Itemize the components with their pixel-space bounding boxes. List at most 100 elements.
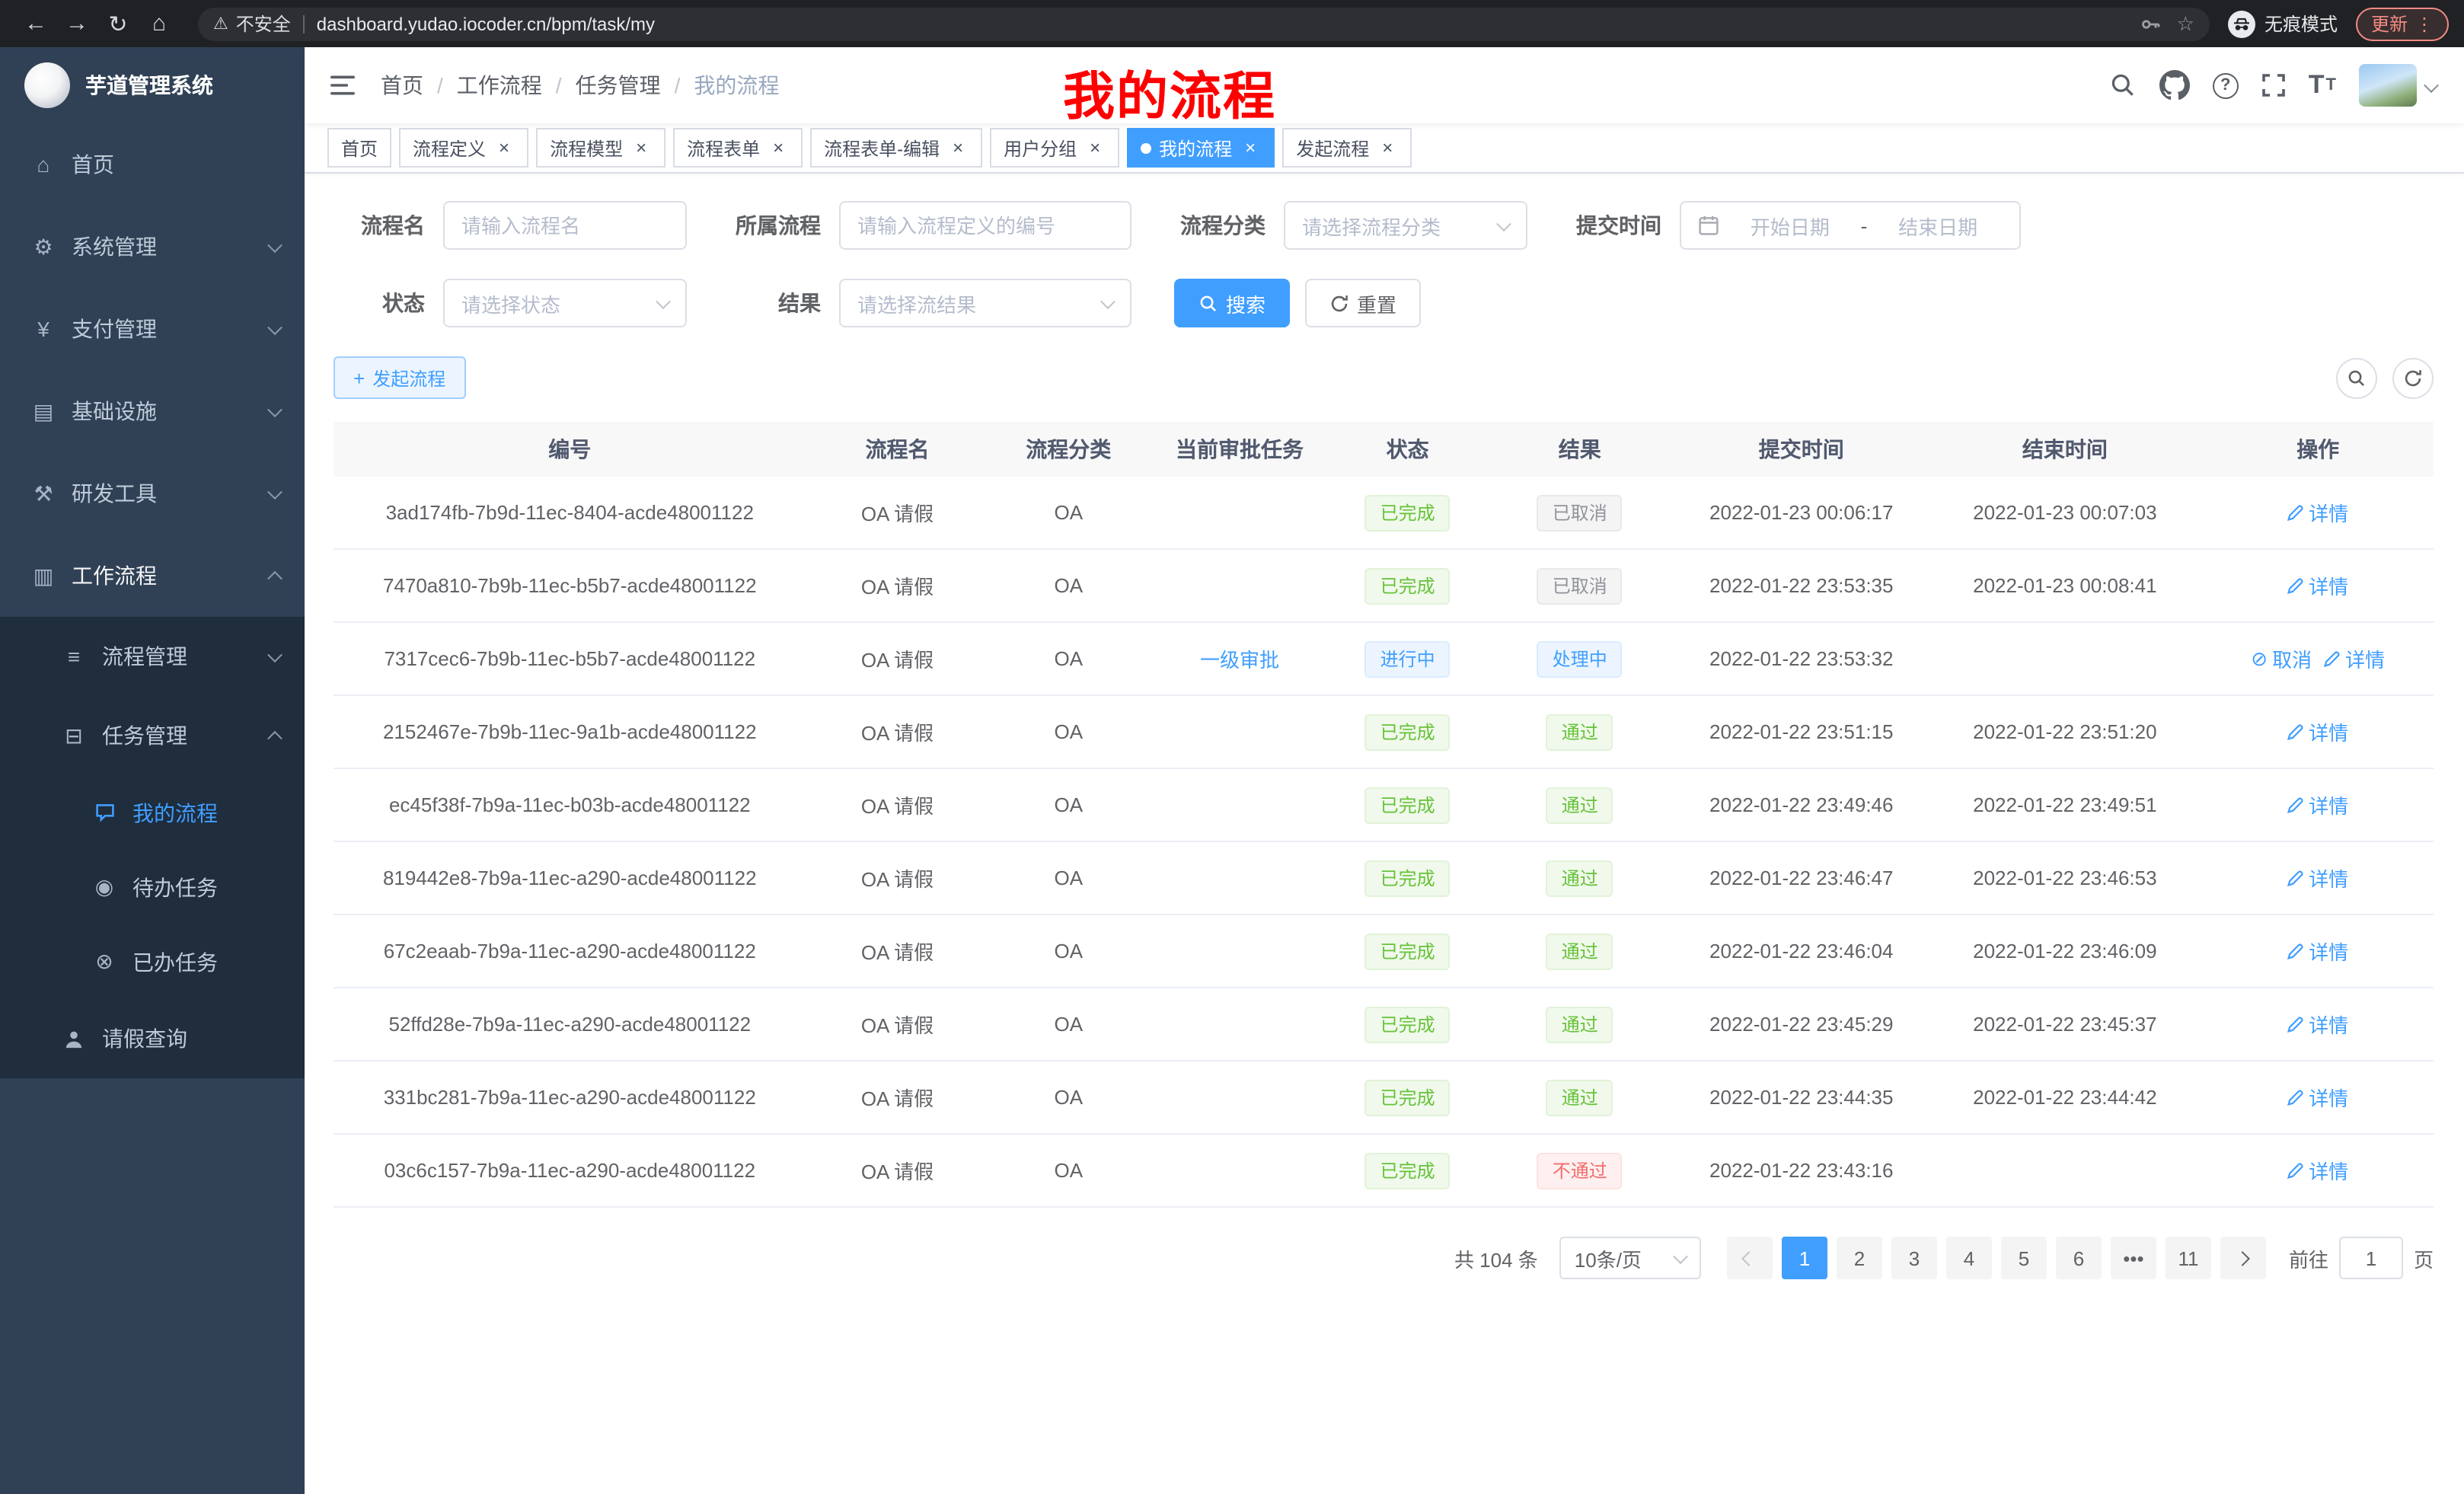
detail-link[interactable]: 详情 bbox=[2287, 937, 2348, 966]
hamburger-icon[interactable] bbox=[305, 47, 381, 123]
chevron-down-icon bbox=[656, 293, 671, 308]
breadcrumb-item[interactable]: 首页 bbox=[381, 70, 423, 101]
security-label: 不安全 bbox=[236, 11, 291, 37]
detail-link[interactable]: 详情 bbox=[2287, 864, 2348, 892]
page-button[interactable]: 11 bbox=[2166, 1237, 2211, 1279]
detail-link[interactable]: 详情 bbox=[2287, 1156, 2348, 1185]
help-icon[interactable]: ? bbox=[2213, 72, 2239, 98]
cell-process-name: OA 请假 bbox=[806, 937, 989, 966]
cell-process-name: OA 请假 bbox=[806, 790, 989, 819]
page-button[interactable]: 3 bbox=[1891, 1237, 1937, 1279]
tab-close-icon[interactable]: × bbox=[493, 137, 515, 158]
search-button[interactable]: 搜索 bbox=[1174, 279, 1290, 327]
prev-page-button[interactable] bbox=[1727, 1237, 1773, 1279]
column-header: 当前审批任务 bbox=[1148, 434, 1331, 464]
submit-time-range-picker[interactable]: 开始日期 - 结束日期 bbox=[1680, 201, 2021, 250]
search-toggle-button[interactable] bbox=[2336, 357, 2377, 398]
address-bar[interactable]: ⚠ 不安全 dashboard.yudao.iocoder.cn/bpm/tas… bbox=[198, 7, 2210, 40]
fullscreen-icon[interactable] bbox=[2261, 73, 2286, 97]
process-name-label: 流程名 bbox=[334, 210, 425, 241]
detail-link[interactable]: 详情 bbox=[2287, 571, 2348, 600]
cancel-link[interactable]: ⊘ 取消 bbox=[2251, 644, 2312, 673]
search-icon[interactable] bbox=[2109, 72, 2137, 99]
search-icon bbox=[2347, 368, 2367, 388]
tab[interactable]: 流程表单 × bbox=[673, 128, 803, 168]
page-button[interactable]: ••• bbox=[2111, 1237, 2156, 1279]
user-avatar[interactable] bbox=[2359, 64, 2437, 107]
detail-link[interactable]: 详情 bbox=[2324, 644, 2385, 673]
sidebar-item-done-task[interactable]: ⊗ 已办任务 bbox=[0, 924, 305, 999]
tab[interactable]: 首页 × bbox=[327, 128, 391, 168]
tab[interactable]: 用户分组 × bbox=[990, 128, 1119, 168]
sidebar-item-home[interactable]: ⌂ 首页 bbox=[0, 123, 305, 206]
refresh-button[interactable] bbox=[2392, 357, 2434, 398]
calendar-icon bbox=[1698, 215, 1719, 236]
font-size-icon[interactable]: TT bbox=[2309, 70, 2336, 101]
tab[interactable]: 发起流程 × bbox=[1282, 128, 1412, 168]
breadcrumb-item[interactable]: 工作流程 bbox=[457, 70, 542, 101]
forward-button[interactable]: → bbox=[56, 3, 97, 44]
tab-close-icon[interactable]: × bbox=[768, 137, 789, 158]
tab-close-icon[interactable]: × bbox=[947, 137, 969, 158]
update-button[interactable]: 更新 ⋮ bbox=[2356, 7, 2449, 40]
sidebar-item-system[interactable]: ⚙ 系统管理 bbox=[0, 206, 305, 288]
tab-close-icon[interactable]: × bbox=[630, 137, 652, 158]
sidebar-item-todo-task[interactable]: ◉ 待办任务 bbox=[0, 850, 305, 924]
tab[interactable]: 流程表单-编辑 × bbox=[810, 128, 982, 168]
page-button[interactable]: 6 bbox=[2056, 1237, 2102, 1279]
tab-close-icon[interactable]: × bbox=[1377, 137, 1398, 158]
sidebar-item-leave-query[interactable]: 请假查询 bbox=[0, 999, 305, 1078]
sidebar-item-task-management[interactable]: ⊟ 任务管理 bbox=[0, 696, 305, 775]
sidebar-item-my-process[interactable]: 我的流程 bbox=[0, 775, 305, 850]
detail-link[interactable]: 详情 bbox=[2287, 1083, 2348, 1112]
page-button[interactable]: 1 bbox=[1782, 1237, 1827, 1279]
detail-link[interactable]: 详情 bbox=[2287, 1010, 2348, 1039]
browser-menu-dots-icon[interactable]: ⋮ bbox=[2415, 13, 2434, 34]
page-button[interactable]: 4 bbox=[1946, 1237, 1992, 1279]
tab[interactable]: 流程模型 × bbox=[536, 128, 665, 168]
github-icon[interactable] bbox=[2159, 70, 2190, 101]
reload-button[interactable]: ↻ bbox=[97, 3, 139, 44]
tab-close-icon[interactable]: × bbox=[1084, 137, 1106, 158]
edit-pencil-icon bbox=[2287, 870, 2304, 886]
sidebar-item-devtools[interactable]: ⚒ 研发工具 bbox=[0, 452, 305, 535]
next-page-button[interactable] bbox=[2220, 1237, 2266, 1279]
detail-link[interactable]: 详情 bbox=[2287, 717, 2348, 746]
active-dot bbox=[1141, 142, 1151, 153]
home-button[interactable]: ⌂ bbox=[139, 3, 180, 44]
page-button[interactable]: 2 bbox=[1837, 1237, 1882, 1279]
owner-process-input[interactable] bbox=[839, 201, 1131, 250]
table-row: 2152467e-7b9b-11ec-9a1b-acde48001122 OA … bbox=[334, 696, 2434, 769]
create-process-button[interactable]: + 发起流程 bbox=[334, 356, 465, 399]
sidebar-item-workflow[interactable]: ▥ 工作流程 bbox=[0, 535, 305, 617]
sidebar-item-payment[interactable]: ¥ 支付管理 bbox=[0, 288, 305, 370]
sidebar-item-process-management[interactable]: ≡ 流程管理 bbox=[0, 617, 305, 696]
tab[interactable]: 我的流程 × bbox=[1127, 128, 1275, 168]
url-text[interactable]: dashboard.yudao.iocoder.cn/bpm/task/my bbox=[317, 13, 655, 34]
cell-category: OA bbox=[988, 867, 1148, 889]
breadcrumb-item[interactable]: 任务管理 bbox=[576, 70, 661, 101]
page-jump-input[interactable] bbox=[2339, 1237, 2403, 1279]
detail-link[interactable]: 详情 bbox=[2287, 790, 2348, 819]
back-button[interactable]: ← bbox=[15, 3, 56, 44]
table-row: 03c6c157-7b9a-11ec-a290-acde48001122 OA … bbox=[334, 1135, 2434, 1208]
bookmark-star-icon[interactable]: ☆ bbox=[2177, 11, 2194, 36]
process-name-input[interactable] bbox=[443, 201, 687, 250]
page-size-select[interactable]: 10条/页 bbox=[1559, 1237, 1701, 1279]
sidebar-item-label: 待办任务 bbox=[132, 872, 218, 902]
page-button[interactable]: 5 bbox=[2001, 1237, 2047, 1279]
detail-link[interactable]: 详情 bbox=[2287, 498, 2348, 527]
end-date-placeholder: 结束日期 bbox=[1873, 211, 2003, 240]
tab[interactable]: 流程定义 × bbox=[399, 128, 528, 168]
sidebar-item-infrastructure[interactable]: ▤ 基础设施 bbox=[0, 370, 305, 452]
password-key-icon[interactable] bbox=[2140, 13, 2162, 34]
current-task-link[interactable]: 一级审批 bbox=[1200, 644, 1279, 673]
reset-button[interactable]: 重置 bbox=[1305, 279, 1421, 327]
status-select[interactable]: 请选择状态 bbox=[443, 279, 687, 327]
task-submenu: 我的流程 ◉ 待办任务 ⊗ 已办任务 bbox=[0, 775, 305, 999]
tab-close-icon[interactable]: × bbox=[1240, 137, 1261, 158]
category-select[interactable]: 请选择流程分类 bbox=[1284, 201, 1527, 250]
result-select[interactable]: 请选择流结果 bbox=[839, 279, 1131, 327]
app-logo[interactable]: 芋道管理系统 bbox=[0, 47, 305, 123]
security-warning-icon[interactable]: ⚠ bbox=[213, 14, 228, 34]
